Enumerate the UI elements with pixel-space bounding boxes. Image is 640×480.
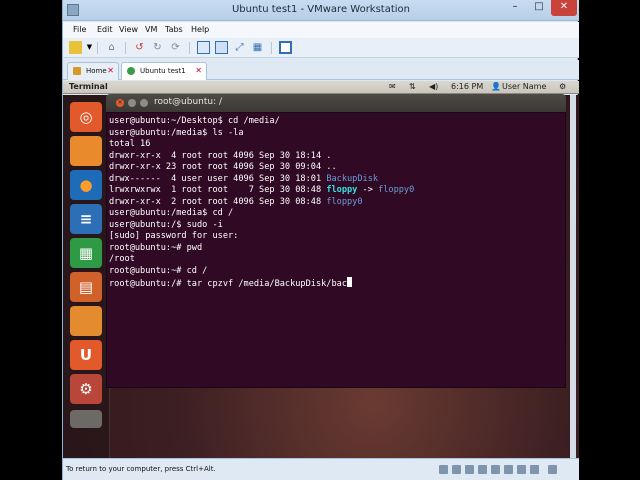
terminal-line: total 16 [109,139,151,149]
terminal-window[interactable]: × root@ubuntu: / user@ubuntu:~/Desktop$ … [106,94,566,388]
terminal-title-bar[interactable]: × root@ubuntu: / [106,94,566,112]
ubuntu-one-icon[interactable]: U [70,340,102,370]
terminal-line: drwxr-xr-x 2 root root 4096 Sep 30 08:48… [109,196,363,207]
send-ctrl-alt-del-icon[interactable]: ⌂ [105,41,118,54]
tab-home[interactable]: Home ✕ [67,62,119,80]
menu-bar: File Edit View VM Tabs Help [63,22,579,38]
revert-snapshot-icon[interactable]: ↻ [151,41,164,54]
snapshot-icon[interactable]: ↺ [133,41,146,54]
host-desktop-left [0,0,62,480]
minimize-button[interactable]: – [503,0,527,16]
ubuntu-top-panel: Terminal ✉ ⇅ ◀) 6:16 PM 👤 User Name ⚙ [63,81,579,94]
user-icon: 👤 [491,82,501,91]
screen: Ubuntu test1 - VMware Workstation – □ ✕ … [0,0,640,480]
usb-icon[interactable] [491,465,500,474]
entry-floppy-link: floppy [326,185,358,195]
tab-vm-close-icon[interactable]: ✕ [195,63,202,79]
tab-bar: Home ✕ Ubuntu test1 ✕ [63,60,579,80]
terminal-line: /root [109,254,135,264]
power-icon[interactable] [69,41,82,54]
tab-home-label: Home [86,67,107,75]
terminal-maximize-icon[interactable] [140,99,148,107]
user-name[interactable]: User Name [502,82,546,91]
terminal-line: root@ubuntu:~# pwd [109,242,203,253]
panel-app-title: Terminal [69,82,108,91]
printer-icon[interactable] [517,465,526,474]
status-bar: To return to your computer, press Ctrl+A… [63,458,579,480]
terminal-title: root@ubuntu: / [154,97,223,107]
writer-icon[interactable]: ≡ [70,204,102,234]
firefox-icon[interactable]: ● [70,170,102,200]
network-adapter-icon[interactable] [478,465,487,474]
terminal-line: lrwxrwxrwx 1 root root 7 Sep 30 08:48 fl… [109,185,415,195]
mail-icon[interactable]: ✉ [389,82,396,91]
terminal-line: drwx------ 4 user user 4096 Sep 30 18:01… [109,173,379,184]
menu-vm[interactable]: VM [145,25,157,34]
toolbar-separator [97,42,98,54]
terminal-line: [sudo] password for user: [109,231,239,241]
window-title: Ubuntu test1 - VMware Workstation [231,4,411,15]
entry-backupdisk: BackupDisk [326,173,379,184]
terminal-line: root@ubuntu:~# cd / [109,265,208,276]
host-desktop-right [578,0,640,480]
toolbar-separator [125,42,126,54]
terminal-line: root@ubuntu:/# tar cpzvf /media/BackupDi… [109,277,563,289]
impress-icon[interactable]: ▤ [70,272,102,302]
network-icon[interactable]: ⇅ [409,82,416,91]
display-icon[interactable] [530,465,539,474]
gear-icon[interactable]: ⚙ [559,82,566,91]
menu-help[interactable]: Help [191,25,209,34]
maximize-button[interactable]: □ [527,0,551,16]
terminal-line: user@ubuntu:/media$ cd / [109,208,234,218]
trash-icon[interactable] [70,410,102,428]
vm-running-icon [127,67,135,75]
menu-file[interactable]: File [73,25,86,34]
terminal-line: user@ubuntu:~/Desktop$ cd /media/ [109,116,280,126]
status-text: To return to your computer, press Ctrl+A… [66,465,216,473]
tab-vm-label: Ubuntu test1 [140,67,186,75]
menu-view[interactable]: View [119,25,138,34]
console-view-icon[interactable] [215,41,228,54]
vmware-scrollbar[interactable] [570,95,576,458]
menu-edit[interactable]: Edit [97,25,113,34]
sidebar-view-icon[interactable] [197,41,210,54]
menu-tabs[interactable]: Tabs [165,25,183,34]
ubuntu-home-icon[interactable]: ◎ [70,102,102,132]
fullscreen-icon[interactable]: ⤢ [233,41,246,54]
settings-icon[interactable]: ⚙ [70,374,102,404]
sound-card-icon[interactable] [504,465,513,474]
stretch-guest-icon[interactable] [279,41,292,54]
volume-icon[interactable]: ◀) [429,82,438,91]
tab-home-close-icon[interactable]: ✕ [107,63,114,79]
terminal-line: user@ubuntu:/media$ ls -la [109,127,244,138]
terminal-line: drwxr-xr-x 23 root root 4096 Sep 30 09:0… [109,162,337,172]
power-dropdown-icon[interactable]: ▼ [83,41,96,54]
snapshot-manager-icon[interactable]: ⟳ [169,41,182,54]
toolbar: ▼ ⌂ ↺ ↻ ⟳ ⤢ ▦ [63,38,579,58]
terminal-line: user@ubuntu:/$ sudo -i [109,219,223,230]
clock[interactable]: 6:16 PM [451,82,483,91]
toolbar-separator [189,42,190,54]
home-icon [73,67,81,75]
software-center-icon[interactable] [70,306,102,336]
message-log-icon[interactable] [548,465,557,474]
toolbar-separator [271,42,272,54]
entry-floppy-target: floppy0 [378,185,415,195]
calc-icon[interactable]: ▦ [70,238,102,268]
terminal-output[interactable]: user@ubuntu:~/Desktop$ cd /media/user@ub… [106,112,566,388]
entry-floppy0: floppy0 [326,196,363,207]
title-bar[interactable]: Ubuntu test1 - VMware Workstation – □ ✕ [63,0,579,21]
terminal-close-icon[interactable]: × [116,99,124,107]
close-button[interactable]: ✕ [551,0,577,16]
hdd-icon[interactable] [439,465,448,474]
unity-launcher: ◎ ● ≡ ▦ ▤ U ⚙ [63,95,110,458]
cdrom-icon[interactable] [452,465,461,474]
unity-icon[interactable]: ▦ [251,41,264,54]
tab-ubuntu-test1[interactable]: Ubuntu test1 ✕ [121,62,207,80]
terminal-cursor [347,277,352,287]
terminal-minimize-icon[interactable] [128,99,136,107]
terminal-line: drwxr-xr-x 4 root root 4096 Sep 30 18:14… [109,150,332,161]
floppy-icon[interactable] [465,465,474,474]
files-icon[interactable] [70,136,102,166]
